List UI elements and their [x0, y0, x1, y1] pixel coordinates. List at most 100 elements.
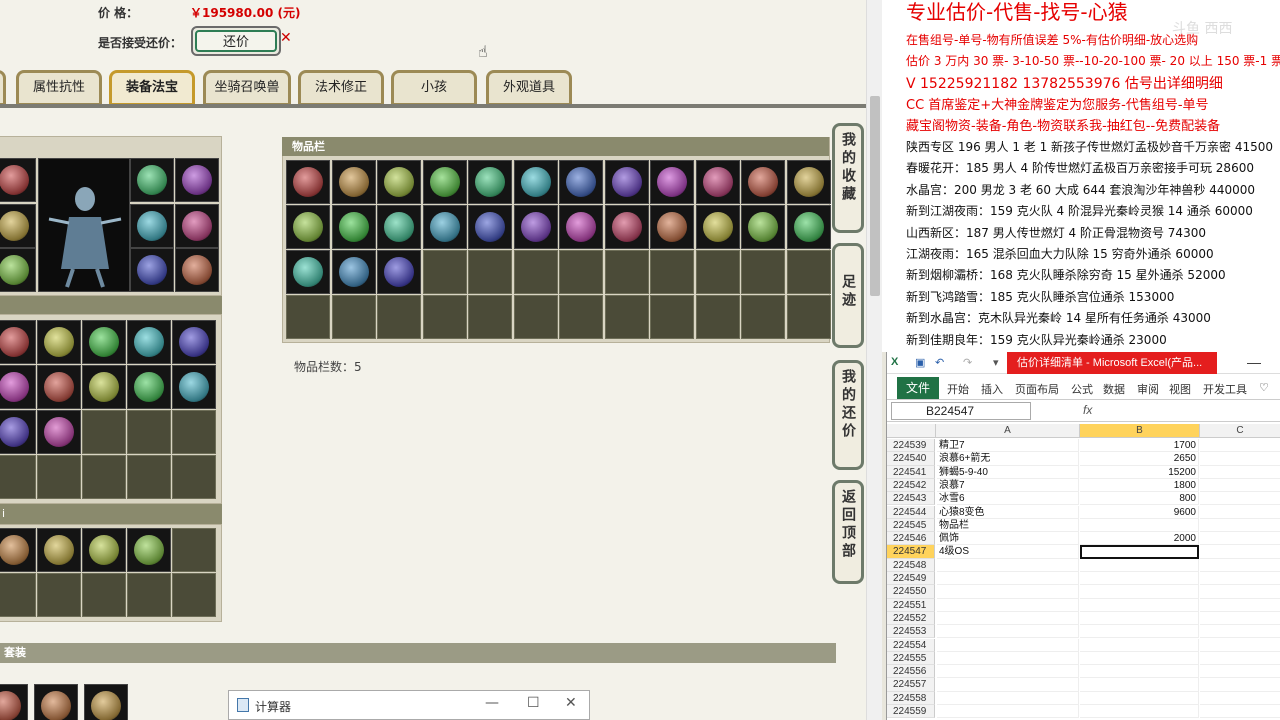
- fabao-slot[interactable]: [82, 455, 126, 499]
- bag-slot[interactable]: [377, 160, 421, 204]
- cell-a[interactable]: [937, 558, 1079, 572]
- ribbon-tab[interactable]: 插入: [981, 381, 1003, 397]
- cell-b[interactable]: 800: [1080, 492, 1199, 506]
- bag-slot[interactable]: [786, 160, 831, 204]
- suit-slot[interactable]: [84, 684, 128, 720]
- cell-c[interactable]: [1200, 678, 1280, 692]
- tab-hidden-left[interactable]: [0, 70, 6, 106]
- name-box[interactable]: B224547: [891, 402, 1031, 420]
- fabao-slot[interactable]: [82, 410, 126, 454]
- cell-a[interactable]: [937, 691, 1079, 705]
- cell-b[interactable]: [1080, 518, 1199, 533]
- cell-a[interactable]: 心猿8变色: [937, 505, 1079, 519]
- bag-slot[interactable]: [468, 295, 512, 339]
- cell-c[interactable]: [1200, 439, 1280, 453]
- partner-slot[interactable]: [82, 573, 126, 617]
- cell-c[interactable]: [1200, 466, 1280, 479]
- cell-b[interactable]: [1080, 572, 1199, 586]
- bag-slot[interactable]: [331, 250, 376, 294]
- ribbon-tab[interactable]: 公式: [1071, 381, 1093, 397]
- my-favorites-button[interactable]: 我的收藏: [832, 123, 864, 233]
- cell-b[interactable]: [1080, 611, 1199, 626]
- bag-slot[interactable]: [331, 205, 376, 249]
- footprint-button[interactable]: 足迹: [832, 243, 864, 348]
- bag-slot[interactable]: [559, 250, 603, 294]
- cell-a[interactable]: 物品栏: [937, 518, 1079, 533]
- cell-c[interactable]: [1200, 599, 1280, 612]
- cell-a[interactable]: [937, 625, 1079, 639]
- cell-a[interactable]: 佩饰: [937, 532, 1079, 546]
- bag-slot[interactable]: [559, 295, 603, 339]
- equipment-slot[interactable]: [175, 158, 219, 202]
- fabao-slot[interactable]: [172, 410, 216, 454]
- fabao-slot[interactable]: [172, 320, 216, 364]
- bag-slot[interactable]: [468, 205, 512, 249]
- row-number[interactable]: 224555: [887, 651, 935, 666]
- row-number[interactable]: 224556: [887, 665, 935, 679]
- bag-slot[interactable]: [650, 205, 694, 249]
- fabao-slot[interactable]: [127, 455, 171, 499]
- cell-b[interactable]: 15200: [1080, 465, 1199, 479]
- fabao-slot[interactable]: [37, 365, 81, 409]
- cell-c[interactable]: [1200, 519, 1280, 533]
- equipment-slot[interactable]: [130, 158, 174, 202]
- fabao-slot[interactable]: [82, 320, 126, 364]
- partner-slot[interactable]: [0, 573, 36, 617]
- fabao-slot[interactable]: [127, 410, 171, 454]
- row-number[interactable]: 224539: [887, 439, 935, 453]
- bag-slot[interactable]: [513, 250, 558, 294]
- bag-slot[interactable]: [559, 160, 603, 204]
- row-number[interactable]: 224553: [887, 625, 935, 639]
- row-number[interactable]: 224557: [887, 678, 935, 692]
- row-number[interactable]: 224554: [887, 638, 935, 652]
- row-number[interactable]: 224550: [887, 585, 935, 599]
- cell-c[interactable]: [1200, 585, 1280, 599]
- bag-slot[interactable]: [377, 250, 421, 294]
- tab-attributes[interactable]: 属性抗性: [16, 70, 102, 106]
- bag-slot[interactable]: [695, 205, 740, 249]
- bag-slot[interactable]: [513, 205, 558, 249]
- bag-slot[interactable]: [468, 160, 512, 204]
- equipment-slot[interactable]: [175, 248, 219, 292]
- bag-slot[interactable]: [650, 160, 694, 204]
- bag-slot[interactable]: [741, 250, 785, 294]
- cell-c[interactable]: [1200, 479, 1280, 493]
- spreadsheet-grid[interactable]: A B C 224539 精卫7 1700 224540 浪慕6+箭无 2650 22454…: [887, 424, 1280, 720]
- minimize-icon[interactable]: —: [485, 695, 499, 711]
- bag-slot[interactable]: [786, 205, 831, 249]
- cell-c[interactable]: [1200, 705, 1280, 719]
- partner-slot[interactable]: [127, 528, 171, 572]
- cell-c[interactable]: [1200, 665, 1280, 679]
- close-icon[interactable]: ✕: [565, 695, 577, 711]
- ribbon-file-tab[interactable]: 文件: [897, 377, 939, 399]
- row-number[interactable]: 224545: [887, 518, 935, 533]
- cell-a[interactable]: [937, 572, 1079, 586]
- suit-slot[interactable]: [34, 684, 78, 720]
- tab-child[interactable]: 小孩: [391, 70, 477, 106]
- ribbon-tab[interactable]: 数据: [1103, 381, 1125, 397]
- row-number[interactable]: 224546: [887, 532, 935, 546]
- cell-b[interactable]: [1080, 585, 1199, 599]
- back-to-top-button[interactable]: 返回顶部: [832, 480, 864, 584]
- tab-spell-correction[interactable]: 法术修正: [298, 70, 384, 106]
- cell-c[interactable]: [1200, 506, 1280, 519]
- equipment-slot[interactable]: [130, 204, 174, 248]
- cell-b[interactable]: 1800: [1080, 478, 1199, 493]
- partner-slot[interactable]: [172, 573, 216, 617]
- ribbon-tab[interactable]: 视图: [1169, 381, 1191, 397]
- tab-equipment[interactable]: 装备法宝: [109, 70, 195, 106]
- cell-b[interactable]: [1080, 678, 1199, 692]
- fabao-slot[interactable]: [172, 365, 216, 409]
- bag-slot[interactable]: [559, 205, 603, 249]
- scrollbar-thumb[interactable]: [870, 96, 880, 296]
- row-number[interactable]: 224548: [887, 558, 935, 572]
- fabao-slot[interactable]: [37, 410, 81, 454]
- row-number[interactable]: 224542: [887, 478, 935, 493]
- cell-c[interactable]: [1200, 572, 1280, 586]
- fabao-slot[interactable]: [0, 455, 36, 499]
- bag-slot[interactable]: [377, 205, 421, 249]
- cell-c[interactable]: [1200, 692, 1280, 705]
- bag-slot[interactable]: [786, 295, 831, 339]
- bag-slot[interactable]: [741, 295, 785, 339]
- ribbon-tab[interactable]: 页面布局: [1015, 381, 1059, 397]
